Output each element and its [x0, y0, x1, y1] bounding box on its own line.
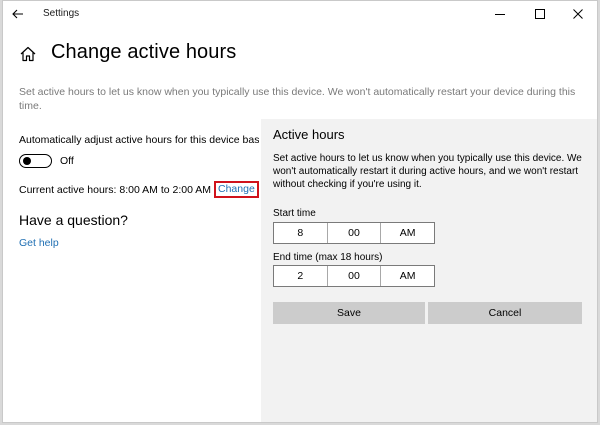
- close-icon: [573, 9, 583, 19]
- start-time-label: Start time: [273, 208, 316, 219]
- window-title: Settings: [43, 8, 80, 19]
- active-hours-panel: Active hours Set active hours to let us …: [261, 119, 597, 422]
- start-period[interactable]: AM: [381, 223, 434, 243]
- end-hour[interactable]: 2: [274, 266, 328, 286]
- settings-window: Settings Change active hours Set active …: [2, 0, 598, 423]
- toggle-state-label: Off: [60, 155, 74, 167]
- question-heading: Have a question?: [19, 212, 128, 228]
- end-time-picker[interactable]: 2 00 AM: [273, 265, 435, 287]
- change-link[interactable]: Change: [214, 181, 259, 198]
- maximize-button[interactable]: [523, 1, 557, 27]
- page-title: Change active hours: [51, 41, 237, 63]
- end-period[interactable]: AM: [381, 266, 434, 286]
- minimize-icon: [495, 14, 505, 15]
- start-time-picker[interactable]: 8 00 AM: [273, 222, 435, 244]
- title-bar: Settings: [3, 1, 597, 27]
- auto-adjust-label: Automatically adjust active hours for th…: [19, 134, 259, 146]
- close-button[interactable]: [561, 1, 595, 27]
- get-help-link[interactable]: Get help: [19, 237, 59, 249]
- panel-title: Active hours: [273, 127, 345, 142]
- back-arrow-icon: [12, 9, 23, 19]
- current-active-hours: Current active hours: 8:00 AM to 2:00 AM: [19, 184, 212, 196]
- minimize-button[interactable]: [483, 1, 517, 27]
- home-icon[interactable]: [19, 45, 37, 63]
- auto-adjust-toggle[interactable]: [19, 154, 52, 168]
- save-button[interactable]: Save: [273, 302, 425, 324]
- panel-description: Set active hours to let us know when you…: [273, 153, 582, 190]
- back-button[interactable]: [7, 3, 29, 25]
- start-minute[interactable]: 00: [328, 223, 382, 243]
- cancel-button[interactable]: Cancel: [428, 302, 582, 324]
- maximize-icon: [535, 9, 545, 19]
- page-description: Set active hours to let us know when you…: [19, 86, 576, 112]
- start-hour[interactable]: 8: [274, 223, 328, 243]
- end-time-label: End time (max 18 hours): [273, 252, 383, 263]
- end-minute[interactable]: 00: [328, 266, 382, 286]
- toggle-knob: [23, 157, 31, 165]
